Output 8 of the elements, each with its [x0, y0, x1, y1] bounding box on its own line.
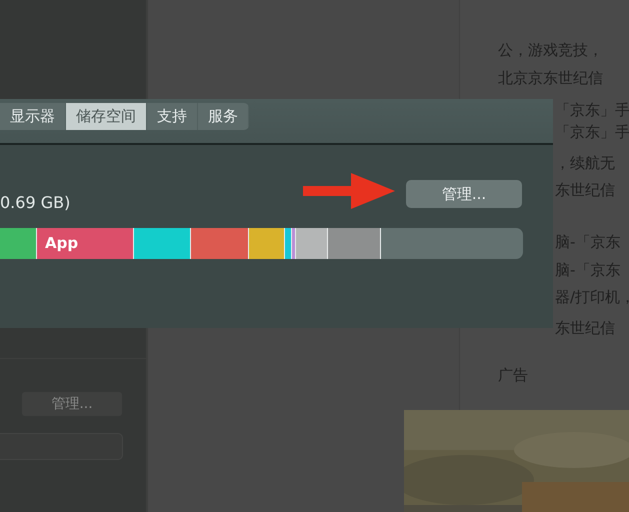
storage-text: 0.69 GB) — [0, 192, 70, 214]
manage-button[interactable]: 管理... — [22, 392, 122, 416]
tab[interactable]: 支持 — [147, 103, 198, 130]
tab[interactable]: 服务 — [198, 103, 249, 130]
storage-segment: App — [37, 228, 134, 259]
manage-button[interactable]: 管理... — [406, 180, 522, 208]
tab[interactable]: 储存空间 — [66, 103, 147, 130]
arrow-icon — [303, 171, 395, 211]
